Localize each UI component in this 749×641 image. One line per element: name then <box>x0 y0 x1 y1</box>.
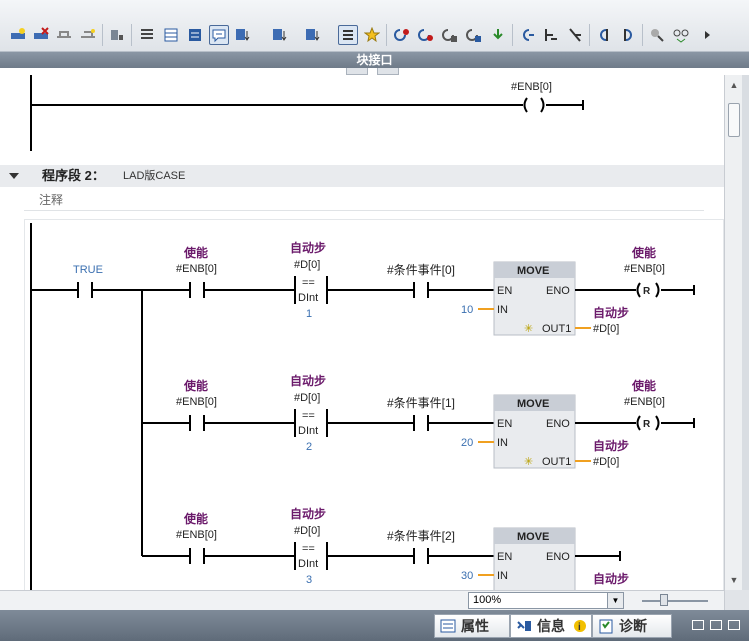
tab-properties-label: 属性 <box>461 618 489 634</box>
expand-networks-icon[interactable] <box>233 25 253 45</box>
watch-table-icon[interactable] <box>647 25 667 45</box>
compare-offline-icon[interactable] <box>440 25 460 45</box>
svg-text:i: i <box>578 622 581 633</box>
compare-online-icon[interactable] <box>464 25 484 45</box>
diagnostics-icon <box>599 619 613 634</box>
network-overview-icon[interactable] <box>338 25 358 45</box>
editor-vertical-scrollbar[interactable]: ▲ ▼ <box>724 75 742 590</box>
inspector-tabs-bar: 属性 信息 i 诊断 <box>0 610 749 641</box>
right-gutter <box>742 75 749 590</box>
toolbar-more-icon[interactable] <box>698 25 718 45</box>
interface-splitter-up[interactable] <box>346 68 368 75</box>
minimize-window-icon[interactable] <box>728 620 740 630</box>
network2-comment[interactable]: 注释 <box>24 187 704 211</box>
absolute-operands-icon[interactable] <box>303 25 323 45</box>
zoom-select[interactable]: 100% ▼ <box>468 592 624 609</box>
monitor-on-off-icon[interactable] <box>517 25 537 45</box>
scroll-thumb[interactable] <box>728 103 740 137</box>
zoom-slider-handle[interactable] <box>660 594 668 606</box>
editor-toolbar <box>0 0 749 52</box>
info-icon: i <box>574 620 586 633</box>
tab-diagnostics-label: 诊断 <box>619 618 647 634</box>
favorites-icon[interactable] <box>362 25 382 45</box>
go-to-previous-error-icon[interactable] <box>392 25 412 45</box>
dock-window-icon[interactable] <box>710 620 722 630</box>
block-interface-bar[interactable]: 块接口 <box>0 52 749 68</box>
open-branch-icon[interactable] <box>107 25 127 45</box>
interface-splitter-down[interactable] <box>377 68 399 75</box>
go-to-next-error-icon[interactable] <box>416 25 436 45</box>
set-bit-icon[interactable] <box>541 25 561 45</box>
close-branch-icon[interactable] <box>78 25 98 45</box>
network2-comment-text: 注释 <box>39 193 64 207</box>
info-tab-icon <box>517 621 531 631</box>
view-table-icon[interactable] <box>161 25 181 45</box>
insert-network-icon[interactable] <box>8 25 28 45</box>
modify-value-icon[interactable] <box>594 25 614 45</box>
view-split-icon[interactable] <box>185 25 205 45</box>
network2-header[interactable]: 程序段 2： LAD版CASE <box>0 165 724 187</box>
comment-toggle-icon[interactable] <box>209 25 229 45</box>
network1-coil <box>523 97 545 113</box>
glasses-monitor-icon[interactable] <box>671 25 691 45</box>
scroll-corner <box>724 590 749 610</box>
download-icon[interactable] <box>488 25 508 45</box>
properties-icon <box>440 619 456 633</box>
tab-info[interactable]: 信息 i <box>510 614 592 638</box>
view-list-icon[interactable] <box>137 25 157 45</box>
collapse-networks-icon[interactable] <box>270 25 290 45</box>
reset-bit-icon[interactable] <box>565 25 585 45</box>
editor-bottom-bar: 100% ▼ <box>0 590 749 610</box>
tab-diagnostics[interactable]: 诊断 <box>592 614 672 638</box>
network2-title: 程序段 2： <box>42 168 105 183</box>
network1-coil-var: #ENB[0] <box>511 81 552 93</box>
scroll-up-icon[interactable]: ▲ <box>727 78 741 92</box>
modify-now-icon[interactable] <box>618 25 638 45</box>
chevron-down-icon[interactable]: ▼ <box>607 593 623 608</box>
network2-ladder <box>24 219 724 590</box>
float-window-icon[interactable] <box>692 620 704 630</box>
tab-info-label: 信息 <box>537 618 565 634</box>
ladder-editor[interactable]: #ENB[0] 程序段 2： LAD版CASE 注释 TRUE 使能 #ENB[0… <box>0 75 724 590</box>
scroll-down-icon[interactable]: ▼ <box>727 573 741 587</box>
zoom-slider[interactable] <box>642 600 708 602</box>
zoom-value: 100% <box>473 594 502 606</box>
insert-branch-icon[interactable] <box>54 25 74 45</box>
delete-network-icon[interactable] <box>31 25 51 45</box>
collapse-network-icon[interactable] <box>9 173 19 179</box>
network2-subtitle[interactable]: LAD版CASE <box>123 165 185 187</box>
tab-properties[interactable]: 属性 <box>434 614 510 638</box>
